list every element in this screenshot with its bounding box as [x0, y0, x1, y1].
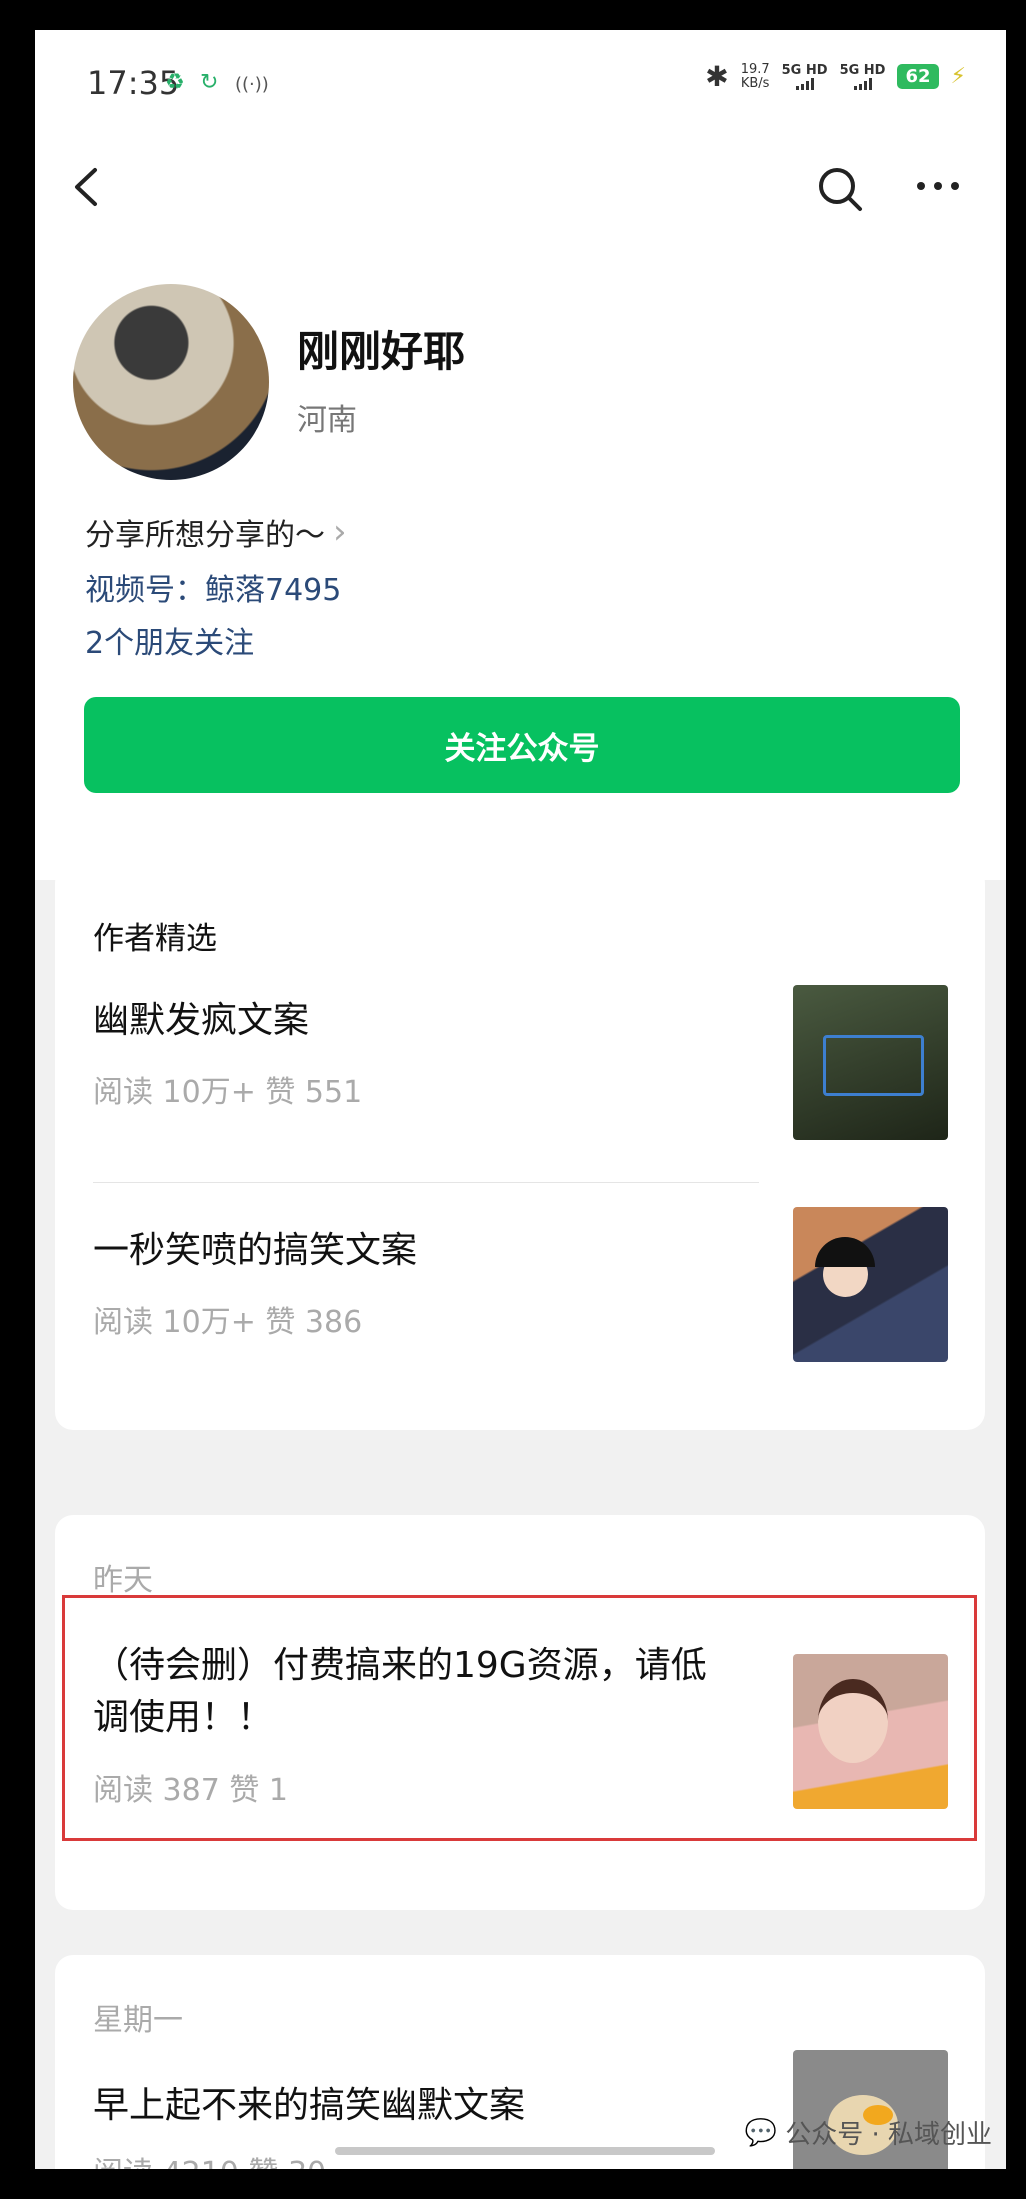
net-speed-value: 19.7 — [740, 61, 770, 77]
friends-following-link[interactable]: 2个朋友关注 — [85, 618, 254, 662]
article-item[interactable]: 幽默发疯文案 阅读 10万+ 赞 551 — [55, 965, 985, 1165]
article-item[interactable]: 一秒笑喷的搞笑文案 阅读 10万+ 赞 386 — [55, 1195, 985, 1395]
article-thumbnail — [793, 1207, 948, 1362]
account-name: 刚刚好耶 — [297, 327, 466, 376]
signal-sim2: 5G HD — [839, 62, 886, 90]
home-indicator[interactable] — [335, 2147, 715, 2155]
signal-sim2-label: 5G HD — [839, 62, 886, 78]
status-right: ✱ 19.7 KB/s 5G HD 5G HD 62 ⚡ — [705, 60, 966, 93]
sync-icon: ↻ — [200, 70, 219, 95]
status-bar: 17:35 ♻ ↻ ((·)) ✱ 19.7 KB/s 5G HD 5G HD … — [35, 30, 1006, 140]
article-title: 幽默发疯文案 — [93, 1000, 310, 1041]
article-meta: 阅读 4210 赞 30 — [93, 2148, 326, 2169]
profile-header: 刚刚好耶 河南 分享所想分享的～ › 视频号：鲸落7495 2个朋友关注 关注公… — [35, 140, 1006, 880]
net-speed-unit: KB/s — [740, 75, 770, 91]
search-icon[interactable] — [815, 164, 865, 214]
channels-link[interactable]: 视频号：鲸落7495 — [85, 565, 341, 609]
net-speed: 19.7 KB/s — [740, 61, 770, 91]
signal-bars-icon — [840, 77, 886, 90]
chevron-right-icon: › — [333, 512, 347, 552]
more-icon[interactable] — [913, 166, 963, 206]
nfc-icon: ((·)) — [235, 74, 269, 95]
bluetooth-icon: ✱ — [705, 60, 729, 93]
app-notification-icon: ♻ — [165, 70, 185, 95]
article-title: 一秒笑喷的搞笑文案 — [93, 1230, 418, 1271]
history-date: 星期一 — [93, 2003, 183, 2038]
battery-level: 62 — [897, 64, 939, 89]
charging-icon: ⚡ — [950, 64, 966, 89]
featured-card: 作者精选 幽默发疯文案 阅读 10万+ 赞 551 一秒笑喷的搞笑文案 阅读 1… — [55, 865, 985, 1430]
article-title: 早上起不来的搞笑幽默文案 — [93, 2085, 526, 2126]
article-meta: 阅读 10万+ 赞 386 — [93, 1305, 363, 1340]
featured-title: 作者精选 — [93, 921, 217, 957]
wechat-icon: 💬 — [744, 2117, 778, 2148]
article-meta: 阅读 10万+ 赞 551 — [93, 1075, 363, 1110]
article-thumbnail — [793, 985, 948, 1140]
signal-sim1-label: 5G HD — [781, 62, 828, 78]
signal-bars-icon — [782, 77, 828, 90]
avatar[interactable] — [73, 284, 269, 480]
watermark-text: 公众号 · 私域创业 — [785, 2120, 992, 2150]
history-date: 昨天 — [93, 1563, 153, 1598]
back-icon[interactable] — [63, 162, 113, 212]
follow-button[interactable]: 关注公众号 — [84, 697, 960, 793]
divider — [93, 1182, 759, 1183]
signal-sim1: 5G HD — [781, 62, 828, 90]
article-thumbnail — [793, 2050, 948, 2169]
screen: 17:35 ♻ ↻ ((·)) ✱ 19.7 KB/s 5G HD 5G HD … — [35, 30, 1006, 2169]
account-region: 河南 — [297, 403, 357, 438]
watermark: 💬 公众号 · 私域创业 — [745, 2114, 992, 2151]
account-intro-text: 分享所想分享的～ — [85, 518, 325, 553]
highlight-box — [62, 1595, 977, 1841]
account-intro[interactable]: 分享所想分享的～ › — [85, 510, 347, 554]
